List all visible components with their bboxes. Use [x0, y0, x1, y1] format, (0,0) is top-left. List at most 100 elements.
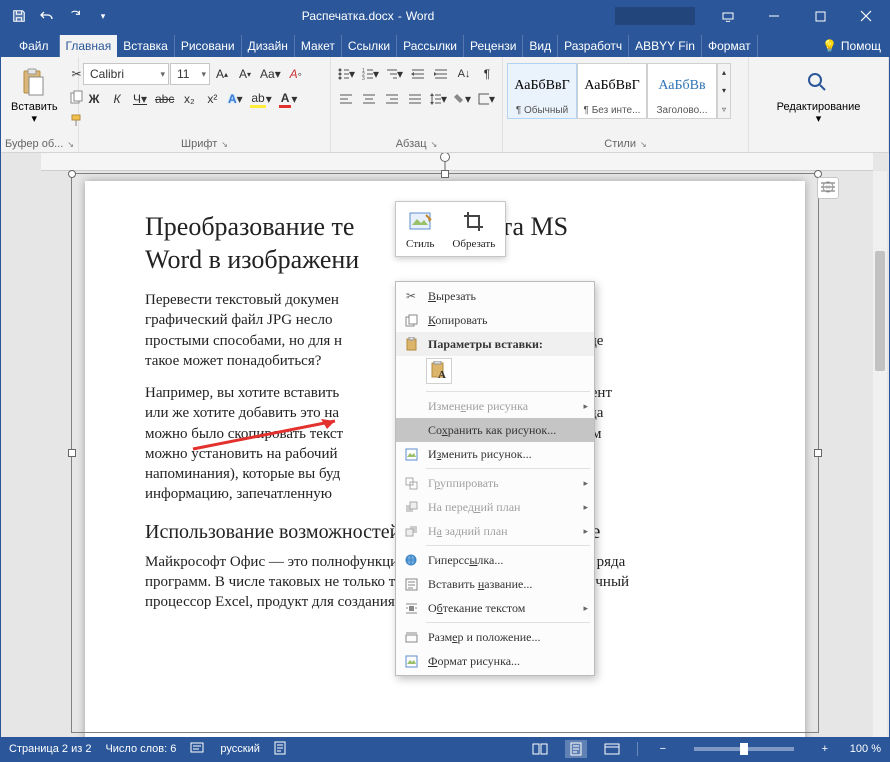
format-icon: [402, 655, 420, 668]
grow-font-button[interactable]: A▴: [211, 63, 233, 85]
ctx-caption[interactable]: Вставить название...: [396, 572, 594, 596]
align-center-button[interactable]: [358, 88, 380, 110]
vertical-scrollbar[interactable]: [873, 171, 887, 737]
account-area[interactable]: [615, 7, 695, 25]
web-layout-button[interactable]: [601, 740, 623, 758]
styles-down[interactable]: ▾: [713, 83, 735, 99]
change-case-button[interactable]: Aa▾: [257, 63, 284, 85]
paste-button[interactable]: Вставить▾: [5, 63, 64, 129]
increase-indent-button[interactable]: [430, 63, 452, 85]
redo-icon[interactable]: [65, 6, 85, 26]
status-words[interactable]: Число слов: 6: [105, 743, 176, 755]
mini-style-button[interactable]: Стиль: [400, 206, 440, 252]
resize-handle-nw[interactable]: [68, 170, 76, 178]
font-size-combo[interactable]: 11: [170, 63, 210, 85]
styles-launcher[interactable]: ↘: [640, 140, 647, 149]
styles-more[interactable]: ▿: [713, 101, 735, 117]
shading-button[interactable]: ▾: [451, 88, 474, 110]
superscript-button[interactable]: x²: [201, 88, 223, 110]
tell-me[interactable]: 💡 Помощ: [814, 35, 889, 57]
ctx-copy[interactable]: Копировать: [396, 308, 594, 332]
align-right-button[interactable]: [381, 88, 403, 110]
tab-view[interactable]: Вид: [523, 35, 558, 57]
ctx-save-as-picture[interactable]: Сохранить как рисунок...: [396, 418, 594, 442]
justify-button[interactable]: [404, 88, 426, 110]
tell-me-label: Помощ: [841, 39, 881, 53]
clear-formatting-button[interactable]: A◦: [285, 63, 307, 85]
tab-references[interactable]: Ссылки: [342, 35, 397, 57]
highlight-button[interactable]: ab▾: [247, 88, 274, 110]
scrollbar-thumb[interactable]: [875, 251, 885, 371]
font-color-button[interactable]: A▾: [276, 88, 301, 110]
read-mode-button[interactable]: [529, 740, 551, 758]
status-page[interactable]: Страница 2 из 2: [9, 743, 91, 755]
numbering-button[interactable]: 123▾: [359, 63, 382, 85]
ctx-format-picture[interactable]: Формат рисунка...: [396, 649, 594, 673]
close-button[interactable]: [843, 1, 889, 31]
zoom-level[interactable]: 100 %: [850, 743, 881, 755]
ribbon-options-icon[interactable]: [705, 1, 751, 31]
font-launcher[interactable]: ↘: [221, 140, 228, 149]
tab-format[interactable]: Формат: [702, 35, 758, 57]
zoom-out-button[interactable]: −: [652, 740, 674, 758]
show-marks-button[interactable]: ¶: [476, 63, 498, 85]
page[interactable]: Преобразование текста документа MS Word …: [85, 181, 805, 737]
tab-file[interactable]: Файл: [9, 35, 60, 57]
style-normal[interactable]: АаБбВвГ ¶ Обычный: [507, 63, 577, 119]
spellcheck-icon[interactable]: [190, 741, 206, 758]
minimize-button[interactable]: [751, 1, 797, 31]
align-left-button[interactable]: [335, 88, 357, 110]
bold-button[interactable]: Ж: [83, 88, 105, 110]
borders-button[interactable]: ▾: [475, 88, 498, 110]
ctx-wrap-text[interactable]: Обтекание текстом▸: [396, 596, 594, 620]
ctx-edit-picture[interactable]: Изменить рисунок...: [396, 442, 594, 466]
zoom-slider[interactable]: [694, 747, 794, 751]
tab-abbyy[interactable]: ABBYY Fin: [629, 35, 702, 57]
maximize-button[interactable]: [797, 1, 843, 31]
tab-developer[interactable]: Разработч: [558, 35, 629, 57]
tab-draw[interactable]: Рисовани: [175, 35, 242, 57]
ctx-size-position[interactable]: Размер и положение...: [396, 625, 594, 649]
resize-handle-e[interactable]: [814, 449, 822, 457]
subscript-button[interactable]: x₂: [178, 88, 200, 110]
print-layout-button[interactable]: [565, 740, 587, 758]
ctx-hyperlink[interactable]: Гиперссылка...: [396, 548, 594, 572]
zoom-thumb[interactable]: [740, 743, 748, 755]
paste-keep-text-button[interactable]: A: [426, 358, 452, 384]
status-language[interactable]: русский: [220, 743, 259, 755]
tab-home[interactable]: Главная: [60, 35, 118, 57]
editing-button[interactable]: Редактирование▾: [771, 63, 867, 129]
italic-button[interactable]: К: [106, 88, 128, 110]
underline-button[interactable]: Ч▾: [129, 88, 151, 110]
style-no-spacing[interactable]: АаБбВвГ ¶ Без инте...: [577, 63, 647, 119]
styles-up[interactable]: ▴: [713, 65, 735, 81]
tab-layout[interactable]: Макет: [295, 35, 342, 57]
tab-design[interactable]: Дизайн: [242, 35, 295, 57]
font-name-combo[interactable]: Calibri: [83, 63, 169, 85]
track-changes-icon[interactable]: [274, 741, 288, 758]
bullets-button[interactable]: ▾: [335, 63, 358, 85]
tab-mailings[interactable]: Рассылки: [397, 35, 464, 57]
style-heading1[interactable]: АаБбВв Заголово...: [647, 63, 717, 119]
multilevel-button[interactable]: ▾: [383, 63, 406, 85]
ctx-cut[interactable]: ✂Вырезать: [396, 284, 594, 308]
horizontal-ruler[interactable]: [41, 153, 873, 171]
text-effects-button[interactable]: A▾: [224, 88, 246, 110]
tab-insert[interactable]: Вставка: [117, 35, 175, 57]
line-spacing-button[interactable]: ▾: [427, 88, 450, 110]
decrease-indent-button[interactable]: [407, 63, 429, 85]
layout-options-icon[interactable]: [817, 177, 839, 199]
zoom-in-button[interactable]: +: [814, 740, 836, 758]
strike-button[interactable]: abc: [152, 88, 177, 110]
mini-crop-button[interactable]: Обрезать: [446, 206, 501, 252]
qat-customize-icon[interactable]: ▾: [93, 6, 113, 26]
save-icon[interactable]: [9, 6, 29, 26]
clipboard-launcher[interactable]: ↘: [67, 140, 74, 149]
paragraph-launcher[interactable]: ↘: [431, 140, 438, 149]
resize-handle-w[interactable]: [68, 449, 76, 457]
undo-icon[interactable]: [37, 6, 57, 26]
sort-button[interactable]: A↓: [453, 63, 475, 85]
tab-review[interactable]: Рецензи: [464, 35, 523, 57]
shrink-font-button[interactable]: A▾: [234, 63, 256, 85]
resize-handle-n[interactable]: [441, 170, 449, 178]
